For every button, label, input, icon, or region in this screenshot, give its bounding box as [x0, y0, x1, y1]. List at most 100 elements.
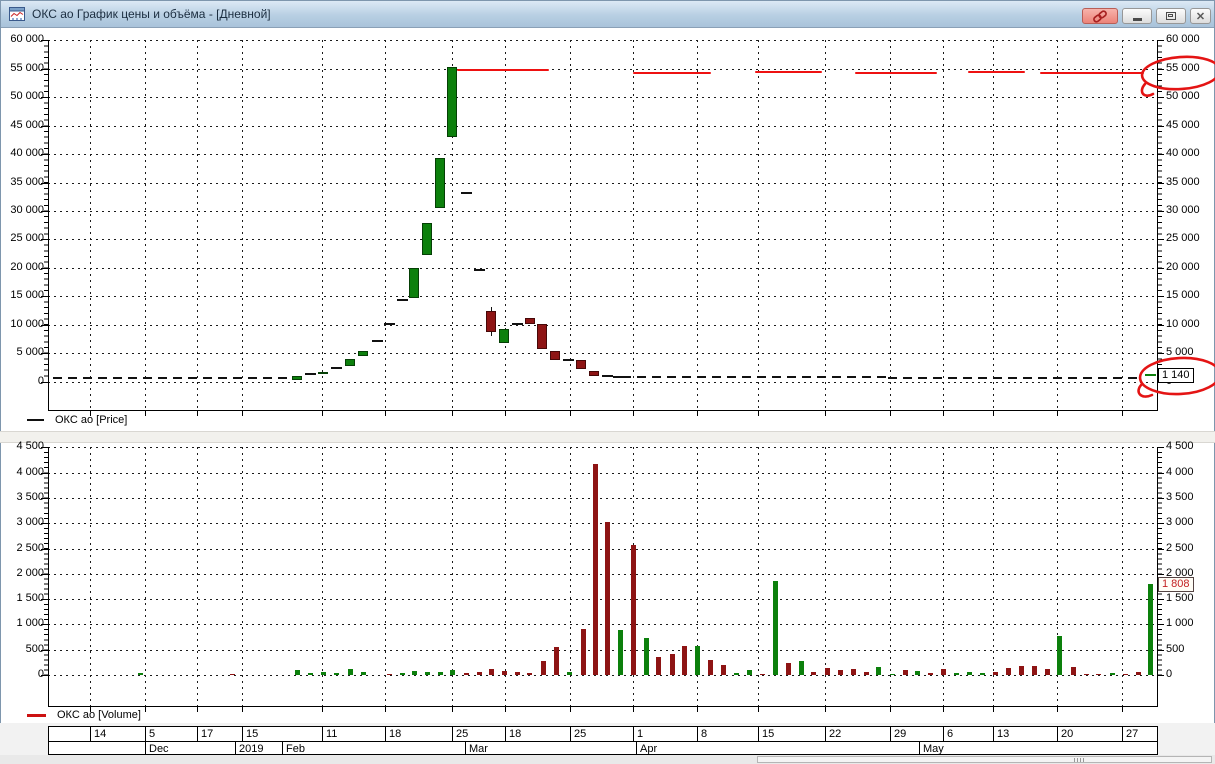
volume-tick-major-right: [1157, 675, 1164, 676]
price-tick-x: [452, 411, 453, 416]
price-tick-x: [890, 411, 891, 416]
price-axis-bottom: [48, 410, 1158, 411]
volume-ytick-label-left: 2 500: [16, 541, 44, 554]
price-plot-area[interactable]: [48, 40, 1157, 410]
price-ytick-label-right: 5 000: [1166, 346, 1194, 359]
price-ytick-label-left: 60 000: [10, 33, 44, 46]
date-cell-month: Feb: [286, 743, 305, 755]
volume-ytick-label-left: 2 000: [16, 566, 44, 579]
price-ytick-label-left: 5 000: [16, 346, 44, 359]
volume-ytick-label-left: 4 500: [16, 440, 44, 453]
price-ytick-label-right: 10 000: [1166, 317, 1200, 330]
price-ytick-label-right: 40 000: [1166, 147, 1200, 160]
date-row-divider: [48, 741, 1158, 742]
price-axis-right: [1157, 40, 1158, 411]
price-tick-x: [385, 411, 386, 416]
volume-ytick-label-right: 3 500: [1166, 490, 1194, 503]
link-button[interactable]: [1082, 8, 1118, 24]
date-cell-month: Dec: [149, 743, 169, 755]
price-tick-x: [697, 411, 698, 416]
volume-ytick-label-left: 4 000: [16, 465, 44, 478]
month-cell-border: [465, 741, 466, 755]
volume-ytick-label-right: 4 500: [1166, 440, 1194, 453]
month-cell-border: [282, 741, 283, 755]
close-icon: ✕: [1195, 10, 1206, 23]
price-tick-x: [322, 411, 323, 416]
month-cell-border: [636, 741, 637, 755]
last-price-box: 1 140: [1158, 368, 1194, 383]
chain-link-icon: [1093, 9, 1107, 23]
date-cell-month: Mar: [469, 743, 488, 755]
volume-ytick-label-right: 500: [1166, 642, 1185, 655]
minimize-icon: [1132, 18, 1142, 21]
month-cell-border: [235, 741, 236, 755]
date-cell-month: May: [923, 743, 944, 755]
price-legend: ОКС ао [Price]: [27, 413, 127, 427]
price-ytick-label-left: 50 000: [10, 90, 44, 103]
price-ytick-label-right: 50 000: [1166, 90, 1200, 103]
price-tick-x: [993, 411, 994, 416]
chart-window: ОКС ао График цены и объёма - [Дневной] …: [0, 0, 1215, 764]
price-tick-x: [242, 411, 243, 416]
price-ytick-label-right: 30 000: [1166, 203, 1200, 216]
price-ytick-label-right: 55 000: [1166, 61, 1200, 74]
price-ytick-label-right: 20 000: [1166, 260, 1200, 273]
price-tick-x: [570, 411, 571, 416]
price-tick-x: [943, 411, 944, 416]
price-series-marker: [27, 419, 44, 421]
price-ytick-label-right: 35 000: [1166, 175, 1200, 188]
volume-legend-label: ОКС ао [Volume]: [57, 709, 141, 721]
volume-ytick-label-right: 1 500: [1166, 592, 1194, 605]
month-cell-border: [919, 741, 920, 755]
titlebar-buttons: ✕: [1082, 8, 1211, 24]
volume-ytick-label-left: 0: [37, 668, 44, 680]
horizontal-scrollbar[interactable]: [757, 756, 1212, 763]
volume-ytick-label-right: 1 000: [1166, 617, 1194, 630]
price-ytick-label-left: 40 000: [10, 147, 44, 160]
price-tick-x: [825, 411, 826, 416]
window-title: ОКС ао График цены и объёма - [Дневной]: [32, 7, 271, 21]
price-ytick-label-right: 60 000: [1166, 33, 1200, 46]
titlebar[interactable]: ОКС ао График цены и объёма - [Дневной] …: [1, 1, 1214, 28]
price-tick-x: [505, 411, 506, 416]
price-ytick-label-left: 10 000: [10, 317, 44, 330]
price-tick-x: [633, 411, 634, 416]
volume-ytick-label-left: 1 000: [16, 617, 44, 630]
price-ytick-label-left: 25 000: [10, 232, 44, 245]
price-ytick-label-right: 25 000: [1166, 232, 1200, 245]
volume-legend: ОКС ао [Volume]: [27, 708, 141, 722]
price-ytick-label-left: 0: [37, 374, 44, 387]
volume-ytick-label-left: 1 500: [16, 592, 44, 605]
volume-ytick-label-right: 2 500: [1166, 541, 1194, 554]
price-ytick-label-right: 45 000: [1166, 118, 1200, 131]
volume-gridline-h: [48, 447, 1157, 449]
volume-ytick-label-right: 4 000: [1166, 465, 1194, 478]
price-ytick-label-left: 55 000: [10, 61, 44, 74]
volume-plot-area[interactable]: [48, 474, 1157, 733]
restore-button[interactable]: [1156, 8, 1186, 24]
volume-ytick-label-left: 500: [25, 642, 44, 655]
price-tick-x: [758, 411, 759, 416]
price-ytick-label-left: 20 000: [10, 260, 44, 273]
close-button[interactable]: ✕: [1190, 8, 1211, 24]
last-volume-box: 1 808: [1158, 577, 1194, 592]
price-tick-x: [1057, 411, 1058, 416]
price-minor-ticks-right: [1158, 40, 1162, 382]
price-ytick-label-left: 45 000: [10, 118, 44, 131]
date-cell-month: 2019: [239, 743, 264, 755]
minimize-button[interactable]: [1122, 8, 1152, 24]
scrollbar-grip[interactable]: [1074, 758, 1084, 762]
price-tick-x: [1122, 411, 1123, 416]
volume-ytick-label-left: 3 500: [16, 490, 44, 503]
price-ytick-label-left: 15 000: [10, 289, 44, 302]
month-cell-border: [145, 741, 146, 755]
volume-ytick-label-right: 3 000: [1166, 516, 1194, 529]
price-legend-label: ОКС ао [Price]: [55, 414, 128, 426]
price-tick-x: [145, 411, 146, 416]
restore-icon: [1166, 12, 1176, 20]
volume-minor-ticks-right: [1158, 447, 1162, 675]
volume-series-marker: [27, 713, 46, 717]
volume-ytick-label-left: 3 000: [16, 516, 44, 529]
date-cell-month: Apr: [640, 743, 658, 755]
price-chart-window-icon: [9, 7, 25, 21]
